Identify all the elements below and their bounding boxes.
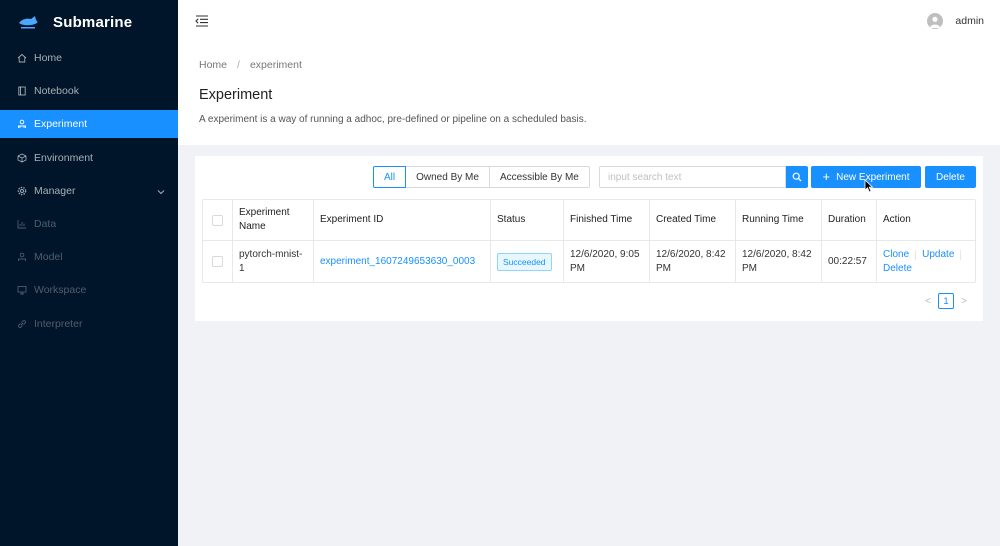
update-link[interactable]: Update (922, 248, 954, 262)
sidebar-item-label: Data (34, 217, 57, 230)
table-row: pytorch-mnist-1 experiment_1607249653630… (203, 241, 975, 282)
sidebar-item-label: Model (34, 251, 63, 264)
experiment-name-cell: pytorch-mnist-1 (233, 241, 314, 282)
status-badge: Succeeded (497, 252, 552, 271)
sidebar: Submarine Home Notebook Experiment Envir… (0, 0, 178, 546)
clone-link[interactable]: Clone (883, 248, 909, 262)
user-menu[interactable]: admin (927, 13, 984, 29)
header-checkbox-cell (203, 200, 233, 240)
breadcrumb-home[interactable]: Home (199, 59, 227, 71)
sidebar-item-label: Workspace (34, 284, 87, 297)
sidebar-menu: Home Notebook Experiment Environment Man… (0, 44, 178, 338)
sidebar-item-label: Experiment (34, 118, 88, 131)
breadcrumb-separator: / (237, 59, 240, 71)
sidebar-item-model[interactable]: Model (0, 243, 178, 271)
sidebar-item-experiment[interactable]: Experiment (0, 110, 178, 139)
filter-radio-group: All Owned By Me Accessible By Me (373, 166, 590, 188)
delete-link[interactable]: Delete (883, 262, 912, 276)
sidebar-item-manager[interactable]: Manager (0, 177, 178, 205)
created-time-cell: 12/6/2020, 8:42 PM (650, 241, 736, 282)
action-divider (960, 249, 962, 260)
action-divider (915, 249, 917, 260)
experiment-id-cell: experiment_1607249653630_0003 (314, 241, 491, 282)
running-time-cell: 12/6/2020, 8:42 PM (736, 241, 822, 282)
row-checkbox[interactable] (212, 256, 223, 267)
sidebar-item-notebook[interactable]: Notebook (0, 77, 178, 105)
pagination: < 1 > (921, 293, 971, 309)
sidebar-item-interpreter[interactable]: Interpreter (0, 310, 178, 338)
delete-button[interactable]: Delete (925, 166, 976, 188)
home-icon (17, 53, 27, 63)
page-description: A experiment is a way of running a adhoc… (199, 114, 587, 125)
sidebar-item-home[interactable]: Home (0, 44, 178, 72)
row-actions: Clone Update Delete (883, 248, 969, 276)
codesandbox-icon (17, 153, 27, 163)
experiment-icon (17, 119, 27, 129)
experiment-id-link[interactable]: experiment_1607249653630_0003 (320, 255, 475, 269)
sidebar-item-label: Home (34, 52, 63, 64)
header-action: Action (883, 214, 911, 225)
prev-page-button[interactable]: < (921, 296, 935, 307)
book-icon (17, 86, 27, 96)
action-cell: Clone Update Delete (877, 241, 975, 282)
page-header: Home / experiment Experiment A experimen… (178, 44, 1000, 145)
table-header-row: Experiment Name Experiment ID Status Fin… (203, 200, 975, 241)
filter-accessible-button[interactable]: Accessible By Me (488, 166, 590, 188)
finished-time-cell: 12/6/2020, 9:05 PM (564, 241, 650, 282)
breadcrumb: Home / experiment (199, 59, 979, 71)
next-page-button[interactable]: > (957, 296, 971, 307)
sidebar-item-workspace[interactable]: Workspace (0, 276, 178, 304)
sidebar-item-environment[interactable]: Environment (0, 144, 178, 172)
experiment-table: Experiment Name Experiment ID Status Fin… (202, 199, 976, 283)
plus-icon: + (822, 169, 831, 184)
sidebar-item-label: Manager (34, 184, 76, 197)
header-status: Status (491, 200, 564, 240)
duration-cell: 00:22:57 (822, 241, 877, 282)
search-icon (792, 172, 802, 182)
top-header: admin (178, 0, 1000, 44)
header-created-time: Created Time (650, 200, 736, 240)
filter-owned-button[interactable]: Owned By Me (405, 166, 490, 188)
menu-fold-icon[interactable] (195, 15, 209, 27)
submarine-logo-icon (19, 16, 38, 29)
desktop-icon (17, 285, 27, 295)
gear-icon (17, 186, 27, 196)
filter-all-button[interactable]: All (373, 166, 407, 188)
sidebar-item-label: Environment (34, 151, 93, 164)
brand-name: Submarine (53, 13, 133, 31)
chart-icon (17, 219, 27, 229)
link-icon (17, 319, 27, 329)
search-input[interactable] (599, 166, 786, 188)
search-group (599, 166, 808, 188)
header-experiment-name: Experiment Name (233, 200, 314, 240)
row-checkbox-cell (203, 241, 233, 282)
select-all-checkbox[interactable] (212, 214, 223, 226)
brand[interactable]: Submarine (0, 0, 178, 44)
header-running-time: Running Time (736, 200, 822, 240)
mouse-cursor-icon (864, 179, 874, 193)
sidebar-item-data[interactable]: Data (0, 210, 178, 238)
page-1-button[interactable]: 1 (938, 293, 954, 309)
status-cell: Succeeded (491, 241, 564, 282)
search-button[interactable] (786, 166, 808, 188)
sidebar-item-label: Notebook (34, 85, 79, 98)
model-icon (17, 252, 27, 262)
chevron-down-icon (157, 186, 165, 198)
header-finished-time: Finished Time (564, 200, 650, 240)
breadcrumb-current: experiment (249, 59, 302, 71)
sidebar-item-label: Interpreter (34, 317, 83, 330)
page-title: Experiment (199, 87, 273, 103)
avatar[interactable] (927, 13, 944, 29)
header-duration: Duration (822, 200, 877, 240)
user-name[interactable]: admin (955, 15, 984, 27)
header-experiment-id: Experiment ID (314, 200, 491, 240)
